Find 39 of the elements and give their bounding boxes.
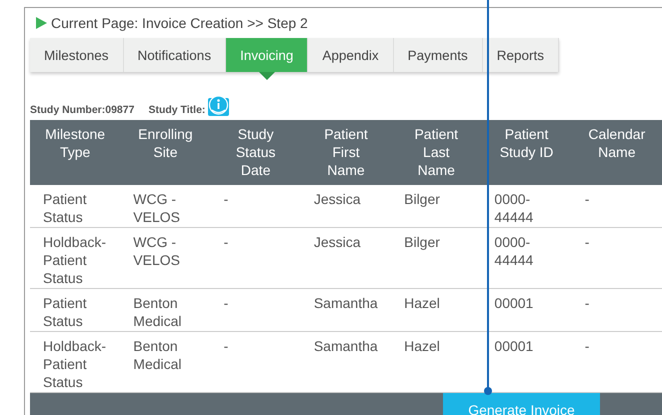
table-cell: 0000-44444 (481, 185, 572, 228)
column-header: Patient Last Name (391, 120, 482, 185)
column-header: Patient First Name (300, 120, 392, 185)
column-header: Patient Study ID (481, 120, 572, 185)
info-icon[interactable] (208, 94, 230, 116)
tab[interactable]: Notifications (124, 38, 226, 72)
table-cell: 00001 (481, 288, 572, 332)
table-cell: - (210, 288, 301, 332)
table-cell: Jessica (300, 185, 392, 228)
tab[interactable]: Appendix (308, 38, 394, 72)
column-header: Study Status Date (210, 120, 301, 185)
table-cell: Hazel (391, 288, 482, 332)
column-header: Milestone Type (30, 120, 120, 185)
table-cell: WCG - VELOS (120, 185, 211, 228)
study-number: Study Number:09877 (30, 104, 134, 116)
tab[interactable]: Milestones (30, 38, 124, 72)
tab[interactable]: Payments (394, 38, 483, 72)
table-cell: - (572, 185, 662, 228)
table-cell: Jessica (300, 228, 392, 288)
tab[interactable]: Reports (482, 38, 559, 72)
breadcrumb: Current Page: Invoice Creation >> Step 2 (51, 15, 308, 31)
table-cell: Holdback-Patient Status (30, 228, 120, 288)
column-header: Enrolling Site (120, 120, 211, 185)
table-cell: - (210, 228, 301, 288)
play-icon (36, 17, 47, 29)
table-cell: - (572, 228, 662, 288)
table-cell: - (572, 288, 662, 332)
table-cell: Patient Status (30, 185, 120, 228)
table-cell: Benton Medical (120, 288, 211, 332)
study-title-label: Study Title: (148, 104, 206, 116)
table-cell: WCG - VELOS (120, 228, 211, 288)
table-cell: Bilger (391, 228, 482, 288)
column-header: Calendar Name (572, 120, 662, 185)
tab-pointer-icon (259, 72, 276, 80)
table-cell: 0000-44444 (481, 228, 572, 288)
table-cell: Bilger (391, 185, 482, 228)
table-cell: Patient Status (30, 288, 120, 332)
table-cell: Samantha (300, 288, 392, 332)
table-cell: - (210, 185, 301, 228)
